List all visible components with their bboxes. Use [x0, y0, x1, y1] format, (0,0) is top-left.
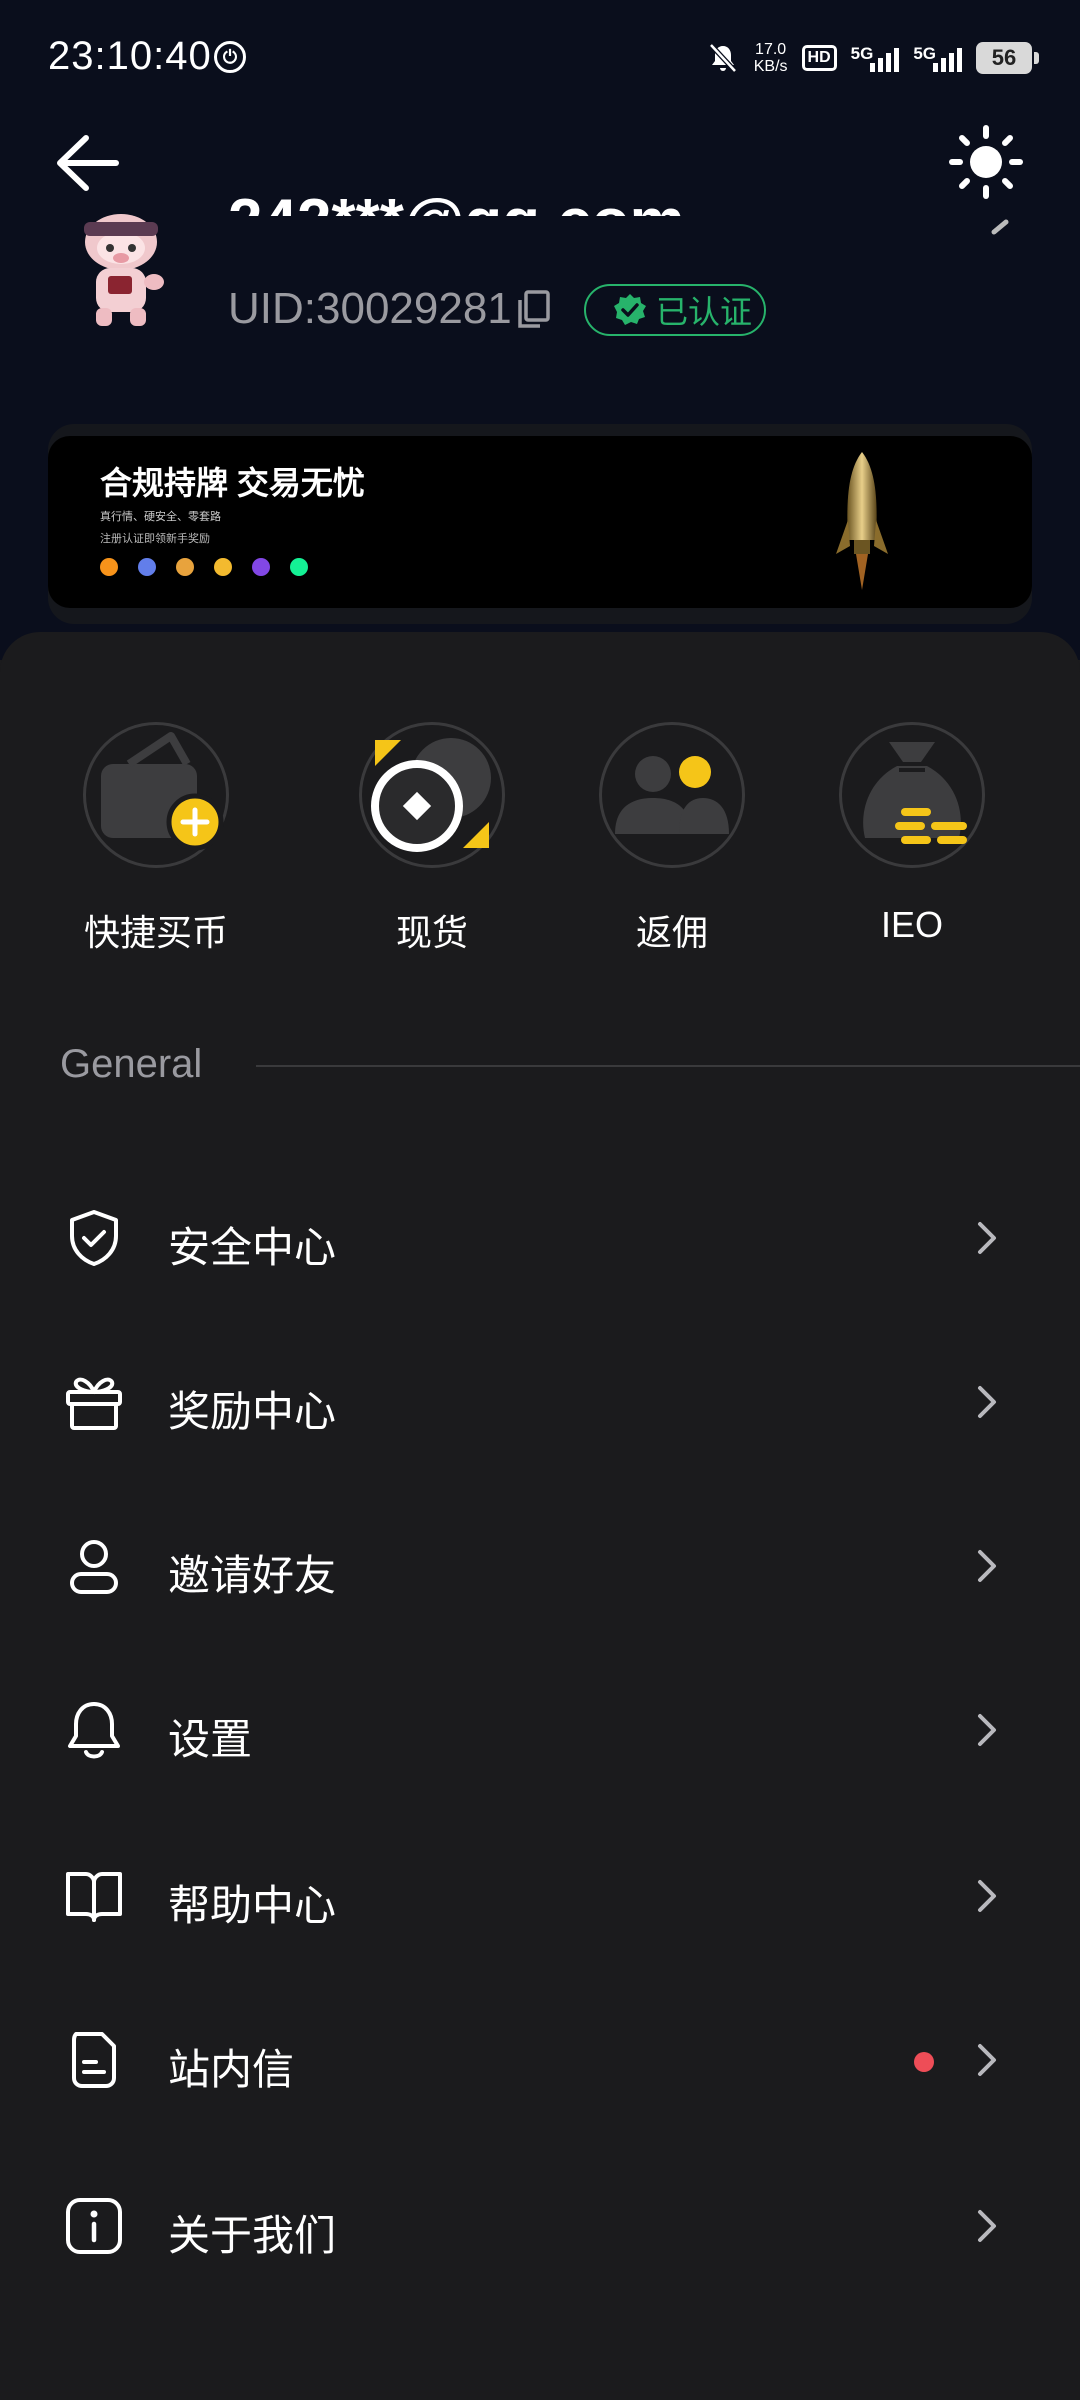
coin-icons-row [100, 558, 308, 576]
bell-muted-icon [708, 43, 737, 73]
banner-subtitle-2: 注册认证即领新手奖励 [100, 533, 210, 545]
spot-button[interactable]: 现货 [352, 722, 512, 956]
chevron-right-icon [978, 2044, 996, 2076]
net-speed-unit: KB/s [753, 58, 788, 75]
user-icon [70, 1540, 118, 1594]
menu-item-invite[interactable]: 邀请好友 [0, 1506, 1080, 1626]
verified-check-icon [614, 294, 646, 325]
signal-sim1-icon: 5G [851, 44, 900, 72]
rebate-label: 返佣 [635, 912, 708, 953]
verified-badge: 已认证 [584, 284, 766, 336]
sol-coin-icon [290, 558, 308, 576]
chevron-right-icon [978, 1880, 996, 1912]
bell-icon [68, 1702, 120, 1759]
matic-coin-icon [252, 558, 270, 576]
menu-label-security: 安全中心 [168, 1224, 337, 1271]
copy-icon[interactable] [516, 290, 552, 330]
network-speed: 17.0 KB/s [754, 41, 788, 75]
rebate-circle [599, 722, 745, 868]
email-clip: 242***@qq.com [0, 116, 1080, 216]
ieo-circle [839, 722, 985, 868]
verified-label: 已认证 [656, 294, 753, 330]
money-bag-icon [863, 742, 967, 844]
banner-title: 合规持牌 交易无忧 [100, 465, 365, 501]
users-rebate-icon [615, 756, 729, 834]
quick-buy-circle [83, 722, 229, 868]
chevron-right-icon [978, 1386, 996, 1418]
coin-icon [176, 558, 194, 576]
spot-circle [359, 722, 505, 868]
status-time: 23:10:40 [48, 34, 212, 78]
battery-icon: 56 [976, 42, 1039, 74]
quick-buy-button[interactable]: 快捷买币 [76, 722, 236, 956]
ieo-button[interactable]: IEO [832, 722, 992, 946]
quick-buy-label: 快捷买币 [83, 912, 228, 953]
message-doc-icon [72, 2032, 116, 2088]
menu-label-messages: 站内信 [168, 2046, 295, 2093]
menu-item-about[interactable]: 关于我们 [0, 2166, 1080, 2286]
menu-item-messages[interactable]: 站内信 [0, 2000, 1080, 2120]
section-divider [256, 1065, 1080, 1067]
sim2-label: 5G [913, 44, 936, 63]
bnb-coin-icon [214, 558, 232, 576]
chevron-right-icon [978, 1714, 996, 1746]
wallet-add-icon [101, 732, 224, 851]
avatar[interactable] [66, 212, 176, 332]
spot-label: 现货 [395, 912, 468, 953]
chevron-right-icon [978, 2210, 996, 2242]
promo-banner[interactable]: 合规持牌 交易无忧 真行情、硬安全、零套路 注册认证即领新手奖励 [48, 436, 1032, 608]
shield-check-icon [70, 1210, 118, 1266]
rocket-icon [836, 452, 888, 590]
menu-item-help[interactable]: 帮助中心 [0, 1836, 1080, 1956]
section-title-general: General [60, 1042, 203, 1086]
menu-item-settings[interactable]: 设置 [0, 1670, 1080, 1790]
eth-coin-icon [138, 558, 156, 576]
profile-chevron-icon[interactable] [990, 214, 1018, 244]
info-icon [66, 2198, 122, 2254]
menu-item-security[interactable]: 安全中心 [0, 1178, 1080, 1298]
net-speed-value: 17.0 [755, 41, 787, 58]
hd-voice-icon: HD [801, 45, 837, 71]
btc-coin-icon [100, 558, 118, 576]
signal-sim2-icon: 5G [913, 44, 962, 72]
unread-dot [914, 2052, 934, 2072]
menu-label-about: 关于我们 [168, 2212, 337, 2259]
menu-label-rewards: 奖励中心 [168, 1388, 337, 1435]
status-bar: 23:10:40 ⏻ 17.0 KB/s HD 5G 5G 56 [0, 0, 1080, 116]
menu-label-invite: 邀请好友 [168, 1552, 337, 1599]
uid-text: UID:30029281 [228, 284, 512, 333]
menu-label-settings: 设置 [168, 1716, 253, 1763]
menu-label-help: 帮助中心 [168, 1882, 337, 1929]
chevron-right-icon [978, 1550, 996, 1582]
ieo-label: IEO [880, 904, 943, 945]
gift-icon [66, 1377, 122, 1430]
status-indicators: 17.0 KB/s HD 5G 5G 56 [706, 36, 1039, 80]
rebate-button[interactable]: 返佣 [592, 722, 752, 956]
spot-coin-icon [371, 738, 491, 852]
sim1-label: 5G [850, 44, 874, 63]
banner-subtitle: 真行情、硬安全、零套路 [100, 511, 221, 523]
account-email[interactable]: 242***@qq.com [228, 190, 685, 216]
menu-item-rewards[interactable]: 奖励中心 [0, 1342, 1080, 1462]
chevron-right-icon [978, 1222, 996, 1254]
book-icon [66, 1872, 122, 1922]
app-notification-icon: ⏻ [214, 41, 246, 73]
